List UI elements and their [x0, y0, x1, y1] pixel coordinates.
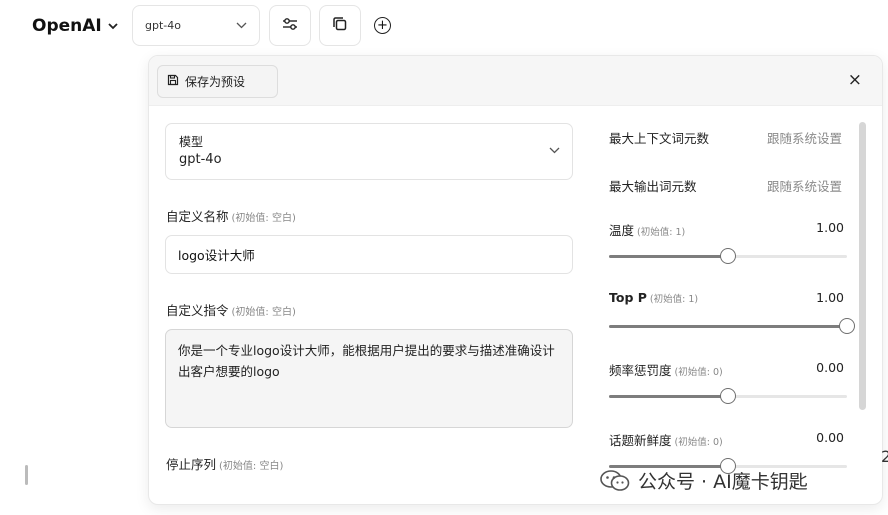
custom-name-input[interactable]: logo设计大师 — [165, 235, 573, 274]
temperature-slider[interactable] — [609, 248, 847, 264]
slider-fill — [609, 325, 847, 328]
top-p-label: Top P (初始值: 1) — [609, 290, 698, 305]
save-icon — [167, 74, 179, 89]
presence-penalty-label: 话题新鲜度 (初始值: 0) — [609, 430, 723, 449]
custom-instructions-label: 自定义指令 (初始值: 空白) — [166, 300, 296, 319]
model-field-label: 模型 — [179, 135, 204, 149]
resize-handle[interactable] — [25, 465, 28, 485]
slider-fill — [609, 395, 728, 398]
model-field[interactable]: 模型 gpt-4o — [165, 123, 573, 180]
edge-fragment: 2 — [881, 447, 888, 466]
presence-penalty-label-text: 话题新鲜度 — [609, 433, 672, 448]
frequency-penalty-value: 0.00 — [816, 360, 844, 375]
custom-instructions-label-text: 自定义指令 — [166, 303, 229, 318]
frequency-penalty-slider[interactable] — [609, 388, 847, 404]
save-preset-label: 保存为预设 — [185, 75, 246, 89]
settings-sliders-button[interactable] — [269, 5, 311, 46]
watermark: 公众号 · AI魔卡钥匙 — [600, 467, 808, 494]
custom-name-value: logo设计大师 — [178, 248, 255, 263]
stop-sequence-label: 停止序列 (初始值: 空白) — [166, 454, 283, 473]
stop-sequence-label-text: 停止序列 — [166, 457, 217, 472]
plus-circle-icon: + — [377, 18, 388, 33]
copy-icon — [332, 16, 348, 36]
presence-penalty-hint: (初始值: 0) — [674, 437, 723, 448]
chevron-down-icon — [549, 144, 560, 157]
stop-sequence-hint: (初始值: 空白) — [219, 461, 284, 472]
add-button[interactable]: + — [374, 17, 391, 34]
model-select-value: gpt-4o — [145, 19, 181, 32]
top-p-slider[interactable] — [609, 318, 855, 334]
save-preset-button[interactable]: 保存为预设 — [157, 65, 278, 98]
custom-instructions-textarea[interactable]: 你是一个专业logo设计大师，能根据用户提出的要求与描述准确设计出客户想要的lo… — [165, 329, 573, 428]
chevron-down-icon — [108, 20, 118, 33]
slider-fill — [609, 255, 728, 258]
slider-thumb[interactable] — [720, 388, 736, 404]
panel-header: 保存为预设 × — [149, 56, 882, 106]
top-p-label-text: Top P — [609, 290, 647, 305]
max-output-label: 最大输出词元数 — [609, 179, 697, 194]
panel-scrollbar[interactable] — [859, 122, 866, 410]
close-button[interactable]: × — [848, 72, 862, 89]
custom-instructions-hint: (初始值: 空白) — [231, 307, 296, 318]
model-field-value: gpt-4o — [179, 152, 222, 167]
top-p-value: 1.00 — [816, 290, 844, 305]
presence-penalty-value: 0.00 — [816, 430, 844, 445]
model-settings-panel: 保存为预设 × 模型 gpt-4o 自定义名称 (初始值: 空白) logo设计大… — [148, 55, 883, 505]
watermark-text: 公众号 · AI魔卡钥匙 — [638, 471, 808, 493]
max-output-value[interactable]: 跟随系统设置 — [767, 176, 842, 195]
max-context-value[interactable]: 跟随系统设置 — [767, 128, 842, 147]
copy-button[interactable] — [319, 5, 361, 46]
temperature-value: 1.00 — [816, 220, 844, 235]
close-icon: × — [847, 70, 862, 90]
chevron-down-icon — [236, 19, 247, 32]
custom-name-label-text: 自定义名称 — [166, 209, 229, 224]
top-p-hint: (初始值: 1) — [649, 294, 699, 305]
slider-thumb[interactable] — [839, 318, 855, 334]
temperature-label-text: 温度 — [609, 223, 635, 238]
wechat-icon — [600, 469, 630, 492]
slider-thumb[interactable] — [720, 248, 736, 264]
temperature-hint: (初始值: 1) — [637, 227, 686, 238]
frequency-penalty-label-text: 频率惩罚度 — [609, 363, 672, 378]
model-select[interactable]: gpt-4o — [132, 5, 260, 46]
temperature-label: 温度 (初始值: 1) — [609, 220, 685, 239]
frequency-penalty-label: 频率惩罚度 (初始值: 0) — [609, 360, 723, 379]
custom-instructions-value: 你是一个专业logo设计大师，能根据用户提出的要求与描述准确设计出客户想要的lo… — [178, 343, 555, 379]
provider-switcher[interactable]: OpenAI — [32, 16, 118, 36]
frequency-penalty-hint: (初始值: 0) — [674, 367, 723, 378]
provider-name: OpenAI — [32, 16, 102, 36]
sliders-icon — [282, 16, 298, 35]
max-context-label: 最大上下文词元数 — [609, 131, 710, 146]
custom-name-hint: (初始值: 空白) — [231, 213, 296, 224]
custom-name-label: 自定义名称 (初始值: 空白) — [166, 206, 296, 225]
